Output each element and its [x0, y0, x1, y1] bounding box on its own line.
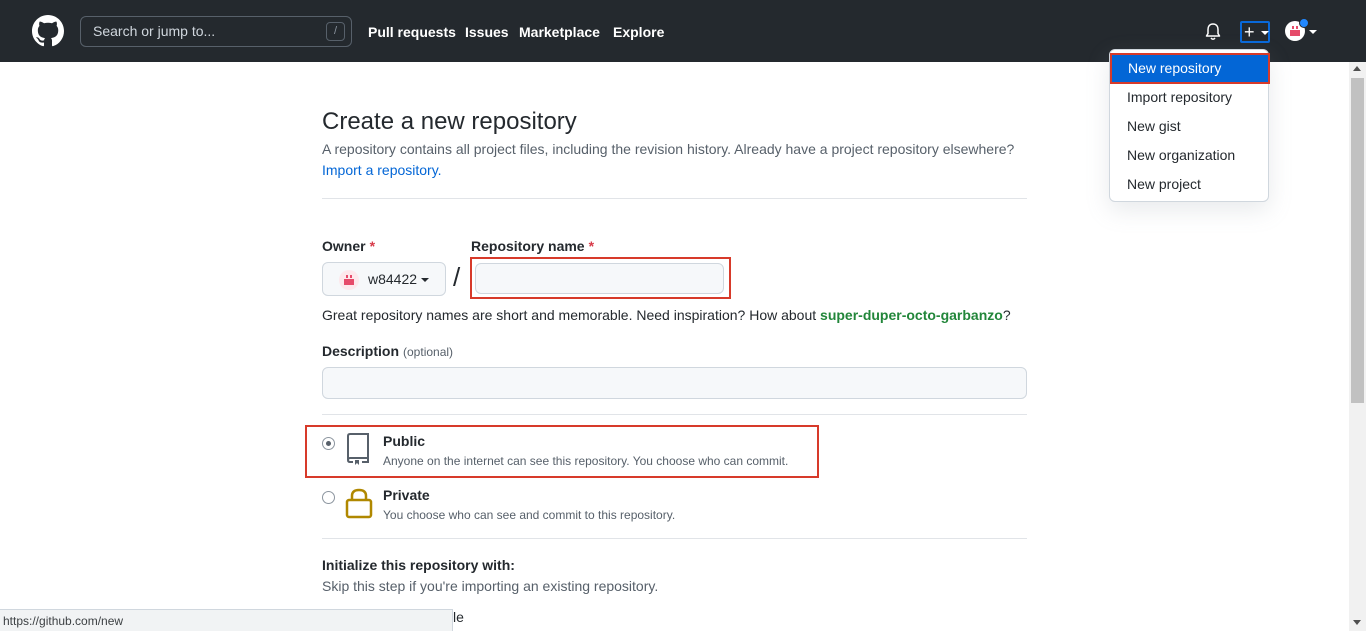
owner-name: w84422	[368, 271, 418, 287]
menu-item-import-repository[interactable]: Import repository	[1110, 83, 1268, 112]
repo-name-label: Repository name *	[471, 238, 594, 254]
repo-name-highlight	[470, 257, 731, 299]
import-repository-link[interactable]: Import a repository.	[322, 162, 442, 178]
search-placeholder: Search or jump to...	[93, 23, 216, 39]
chevron-down-icon	[421, 278, 429, 282]
search-shortcut-key: /	[326, 22, 345, 41]
create-new-button[interactable]: +	[1240, 21, 1270, 43]
divider	[322, 538, 1027, 539]
owner-avatar	[339, 270, 359, 290]
owner-repo-separator: /	[453, 262, 461, 292]
notifications-bell-icon[interactable]	[1203, 22, 1223, 42]
public-radio[interactable]	[322, 437, 335, 450]
scrollbar-thumb[interactable]	[1351, 78, 1364, 403]
scroll-down-arrow-icon[interactable]	[1353, 620, 1361, 625]
menu-item-new-project[interactable]: New project	[1110, 170, 1268, 199]
lock-icon	[345, 488, 373, 519]
required-mark: *	[369, 238, 376, 254]
browser-status-bar: https://github.com/new	[0, 609, 453, 631]
plus-icon: +	[1244, 22, 1255, 42]
owner-label-text: Owner	[322, 238, 366, 254]
public-title: Public	[383, 433, 426, 449]
initialize-title: Initialize this repository with:	[322, 557, 515, 573]
name-suggestion[interactable]: super-duper-octo-garbanzo	[820, 307, 1003, 323]
nav-marketplace[interactable]: Marketplace	[519, 24, 600, 40]
private-description: You choose who can see and commit to thi…	[383, 508, 676, 522]
nav-issues[interactable]: Issues	[465, 24, 509, 40]
avatar-chevron-down-icon[interactable]	[1309, 30, 1317, 34]
menu-item-new-repository[interactable]: New repository	[1110, 53, 1270, 84]
repo-book-icon	[346, 433, 369, 465]
description-label: Description (optional)	[322, 343, 453, 359]
notification-dot	[1299, 18, 1309, 28]
menu-item-new-organization[interactable]: New organization	[1110, 141, 1268, 170]
divider	[322, 198, 1027, 199]
private-radio[interactable]	[322, 491, 335, 504]
owner-label: Owner *	[322, 238, 375, 254]
owner-select[interactable]: w84422	[322, 262, 446, 296]
name-hint: Great repository names are short and mem…	[322, 307, 1011, 323]
nav-explore[interactable]: Explore	[613, 24, 664, 40]
nav-pull-requests[interactable]: Pull requests	[368, 24, 456, 40]
name-hint-suffix: ?	[1002, 307, 1011, 323]
scroll-up-arrow-icon[interactable]	[1353, 66, 1361, 71]
repo-name-label-text: Repository name	[471, 238, 585, 254]
create-new-dropdown: New repository Import repository New gis…	[1109, 49, 1270, 202]
name-hint-text: Great repository names are short and mem…	[322, 307, 821, 323]
menu-item-new-gist[interactable]: New gist	[1110, 112, 1268, 141]
optional-tag: (optional)	[403, 345, 454, 359]
github-logo-icon[interactable]	[32, 15, 64, 47]
page-subtitle: A repository contains all project files,…	[322, 141, 1015, 157]
description-label-text: Description	[322, 343, 400, 359]
identicon-icon	[344, 275, 354, 285]
public-description: Anyone on the internet can see this repo…	[383, 454, 789, 468]
private-title: Private	[383, 487, 430, 503]
repository-name-input[interactable]	[475, 263, 724, 294]
chevron-down-icon	[1261, 31, 1269, 35]
search-input[interactable]: Search or jump to... /	[80, 16, 352, 47]
page-title: Create a new repository	[322, 108, 577, 135]
required-mark: *	[588, 238, 595, 254]
description-input[interactable]	[322, 367, 1027, 399]
initialize-subtitle: Skip this step if you're importing an ex…	[322, 578, 659, 594]
partially-hidden-text: le	[453, 609, 464, 625]
divider	[322, 414, 1027, 415]
